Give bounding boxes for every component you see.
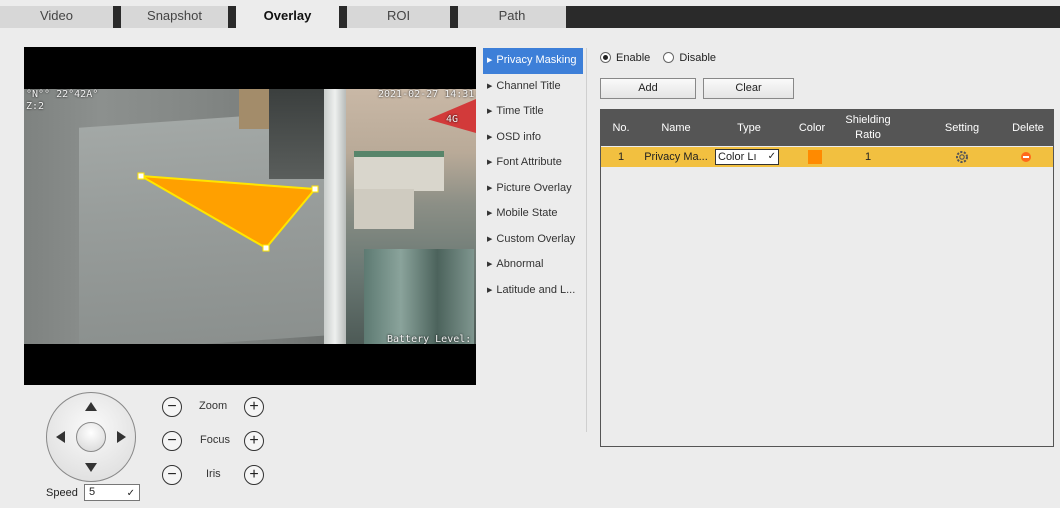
privacy-mask-overlay[interactable] bbox=[24, 47, 476, 385]
enable-label: Enable bbox=[616, 52, 651, 64]
menu-arrow-icon: ▶ bbox=[487, 82, 493, 90]
menu-item-latitude-and-l[interactable]: ▶ Latitude and L... bbox=[483, 278, 583, 304]
menu-item-privacy-masking[interactable]: ▶ Privacy Masking bbox=[483, 48, 583, 74]
menu-arrow-icon: ▶ bbox=[487, 286, 493, 294]
clear-button[interactable]: Clear bbox=[703, 78, 794, 99]
table-header: No. Name Type Color Shielding Ratio Sett… bbox=[601, 110, 1053, 146]
focus-plus-button[interactable]: + bbox=[244, 431, 264, 451]
menu-item-time-title[interactable]: ▶ Time Title bbox=[483, 99, 583, 125]
menu-arrow-icon: ▶ bbox=[487, 57, 493, 64]
menu-divider bbox=[586, 48, 587, 432]
menu-item-mobile-state[interactable]: ▶ Mobile State bbox=[483, 201, 583, 227]
col-no: No. bbox=[612, 121, 630, 134]
table-row[interactable]: 1 Privacy Ma... Color Lı ✓ 1 bbox=[601, 147, 1053, 167]
privacy-mask-region[interactable] bbox=[140, 175, 318, 250]
menu-arrow-icon: ▶ bbox=[487, 159, 493, 166]
mask-handle[interactable] bbox=[262, 244, 270, 252]
add-button[interactable]: Add bbox=[600, 78, 696, 99]
tab-overlay[interactable]: Overlay bbox=[236, 6, 347, 28]
delete-icon[interactable] bbox=[1021, 152, 1031, 162]
menu-arrow-icon: ▶ bbox=[487, 261, 493, 268]
col-name: Name bbox=[661, 121, 691, 134]
col-type: Type bbox=[737, 121, 761, 134]
zoom-label: Zoom bbox=[199, 400, 228, 412]
menu-arrow-icon: ▶ bbox=[487, 133, 493, 141]
speed-label: Speed bbox=[46, 487, 78, 499]
disable-label: Disable bbox=[679, 52, 717, 64]
gear-icon[interactable] bbox=[954, 149, 970, 165]
mask-handle[interactable] bbox=[311, 185, 319, 193]
ptz-up-arrow-icon[interactable] bbox=[85, 402, 97, 411]
disable-radio-icon[interactable] bbox=[663, 52, 675, 63]
tab-video[interactable]: Video bbox=[0, 6, 121, 28]
chevron-down-icon: ✓ bbox=[767, 151, 776, 162]
menu-item-label: OSD info bbox=[496, 130, 542, 143]
speed-select[interactable]: 5 ✓ bbox=[84, 484, 140, 501]
menu-item-custom-overlay[interactable]: ▶ Custom Overlay bbox=[483, 227, 583, 253]
overlay-menu: ▶ Privacy Masking ▶ Channel Title ▶ Time Titl… bbox=[483, 48, 583, 303]
privacy-mask-table: No. Name Type Color Shielding Ratio Sett… bbox=[600, 109, 1054, 447]
menu-item-abnormal[interactable]: ▶ Abnormal bbox=[483, 252, 583, 278]
tab-path[interactable]: Path bbox=[458, 6, 566, 28]
focus-minus-button[interactable]: − bbox=[162, 431, 182, 451]
chevron-down-icon: ✓ bbox=[126, 488, 135, 499]
col-ratio: Shielding Ratio bbox=[845, 114, 891, 141]
menu-arrow-icon: ▶ bbox=[487, 235, 493, 243]
menu-item-osd-info[interactable]: ▶ OSD info bbox=[483, 125, 583, 151]
video-preview[interactable]: °N°° 22°42A° Z:2 2021-02-27 14:31:05 4G … bbox=[24, 47, 476, 385]
menu-item-label: Abnormal bbox=[496, 258, 544, 270]
type-value: Color Lı bbox=[718, 151, 757, 163]
tab-snapshot[interactable]: Snapshot bbox=[121, 6, 236, 28]
menu-item-label: Font Attribute bbox=[496, 156, 562, 168]
tab-bar-filler bbox=[566, 6, 1060, 28]
col-delete: Delete bbox=[1012, 121, 1044, 134]
iris-label: Iris bbox=[206, 468, 221, 480]
menu-item-label: Picture Overlay bbox=[496, 181, 572, 194]
menu-item-label: Custom Overlay bbox=[496, 232, 576, 245]
enable-radio[interactable]: Enable bbox=[600, 52, 650, 64]
menu-arrow-icon: ▶ bbox=[487, 108, 493, 115]
menu-item-channel-title[interactable]: ▶ Channel Title bbox=[483, 74, 583, 100]
zoom-out-button[interactable]: − bbox=[162, 397, 182, 417]
privacy-enable-group: Enable Disable bbox=[600, 52, 716, 64]
menu-item-font-attribute[interactable]: ▶ Font Attribute bbox=[483, 150, 583, 176]
col-setting: Setting bbox=[944, 121, 980, 134]
ptz-left-arrow-icon[interactable] bbox=[56, 431, 65, 443]
ptz-right-arrow-icon[interactable] bbox=[117, 431, 126, 443]
enable-radio-icon[interactable] bbox=[600, 52, 611, 63]
menu-item-label: Latitude and L... bbox=[496, 283, 576, 296]
overlay-page: Video Snapshot Overlay ROI Path °N°° 22°… bbox=[0, 0, 1060, 508]
tab-bar: Video Snapshot Overlay ROI Path bbox=[0, 0, 1060, 28]
row-name[interactable]: Privacy Ma... bbox=[641, 147, 711, 167]
menu-arrow-icon: ▶ bbox=[487, 184, 493, 192]
menu-item-label: Channel Title bbox=[496, 79, 561, 92]
menu-item-label: Time Title bbox=[496, 105, 544, 117]
row-ratio: 1 bbox=[864, 151, 872, 163]
focus-label: Focus bbox=[200, 434, 230, 446]
ptz-center-button[interactable] bbox=[76, 422, 106, 452]
disable-radio[interactable]: Disable bbox=[663, 52, 716, 64]
mask-handle[interactable] bbox=[137, 172, 145, 180]
menu-arrow-icon: ▶ bbox=[487, 210, 493, 217]
menu-item-label: Privacy Masking bbox=[496, 54, 577, 66]
menu-item-picture-overlay[interactable]: ▶ Picture Overlay bbox=[483, 176, 583, 202]
type-select[interactable]: Color Lı ✓ bbox=[715, 149, 779, 165]
ptz-down-arrow-icon[interactable] bbox=[85, 463, 97, 472]
col-color: Color bbox=[798, 121, 826, 134]
iris-minus-button[interactable]: − bbox=[162, 465, 182, 485]
row-no: 1 bbox=[617, 151, 625, 163]
iris-plus-button[interactable]: + bbox=[244, 465, 264, 485]
menu-item-label: Mobile State bbox=[496, 207, 558, 219]
zoom-in-button[interactable]: + bbox=[244, 397, 264, 417]
tab-roi[interactable]: ROI bbox=[347, 6, 458, 28]
speed-value: 5 bbox=[89, 486, 96, 498]
color-swatch[interactable] bbox=[808, 150, 822, 164]
ptz-direction-pad bbox=[46, 392, 136, 482]
